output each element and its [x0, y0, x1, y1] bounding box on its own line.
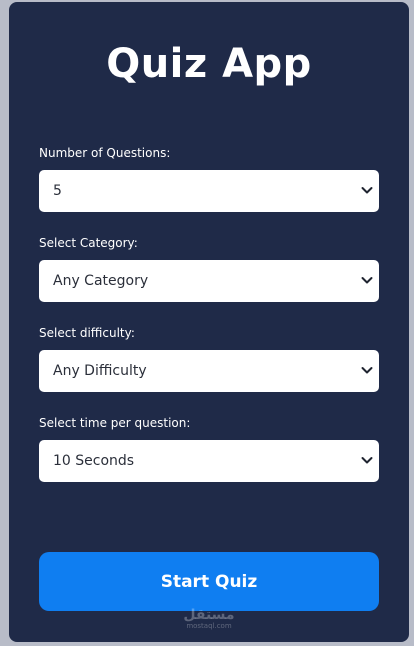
difficulty-value: Any Difficulty: [53, 363, 147, 379]
select-category-label: Select Category:: [39, 236, 138, 250]
time-per-question-select[interactable]: 10 Seconds: [39, 440, 379, 482]
chevron-down-icon: [361, 277, 373, 284]
start-quiz-button[interactable]: Start Quiz: [39, 552, 379, 611]
chevron-down-icon: [361, 187, 373, 194]
mostaql-watermark: مستقل mostaql.com: [177, 608, 241, 630]
time-per-question-label: Select time per question:: [39, 416, 191, 430]
quiz-settings-card: Quiz App Number of Questions: 5 Select C…: [9, 2, 409, 642]
app-title: Quiz App: [106, 41, 312, 87]
category-select[interactable]: Any Category: [39, 260, 379, 302]
number-of-questions-select[interactable]: 5: [39, 170, 379, 212]
chevron-down-icon: [361, 457, 373, 464]
number-of-questions-label: Number of Questions:: [39, 146, 171, 160]
watermark-logo-text: مستقل: [183, 607, 235, 623]
select-difficulty-label: Select difficulty:: [39, 326, 135, 340]
time-per-question-value: 10 Seconds: [53, 453, 135, 469]
chevron-down-icon: [361, 367, 373, 374]
difficulty-select[interactable]: Any Difficulty: [39, 350, 379, 392]
watermark-domain: mostaql.com: [186, 622, 232, 630]
number-of-questions-value: 5: [53, 183, 62, 199]
category-value: Any Category: [53, 273, 149, 289]
